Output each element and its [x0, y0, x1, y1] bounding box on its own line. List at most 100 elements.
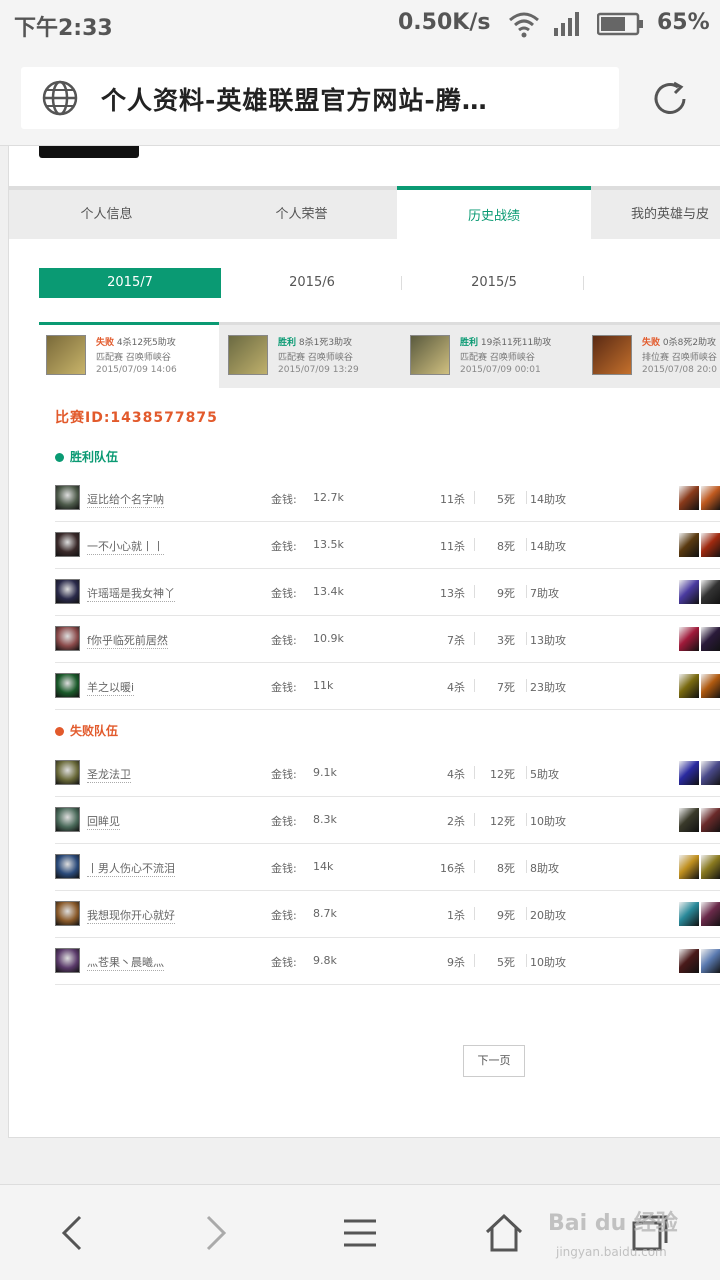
player-name[interactable]: 圣龙法卫: [87, 766, 131, 783]
item-icon: [701, 486, 720, 510]
item-icon: [701, 761, 720, 785]
status-time: 下午2:33: [14, 16, 113, 41]
battery-percent: 65%: [657, 10, 710, 35]
item-icon: [701, 627, 720, 651]
tab-personal-info[interactable]: 个人信息: [9, 190, 204, 239]
player-name[interactable]: 羊之以暖i: [87, 679, 135, 696]
tab-honors[interactable]: 个人荣誉: [204, 190, 399, 239]
gold-label: 金钱:: [271, 909, 297, 922]
kills: 11杀: [440, 540, 465, 553]
forward-icon[interactable]: [196, 1213, 236, 1253]
match-card[interactable]: 失败 0杀8死2助攻 排位赛 召唤师峡谷 2015/07/08 20:0: [585, 325, 720, 388]
player-name[interactable]: 回眸见: [87, 813, 120, 830]
win-team-title: 胜利队伍: [55, 448, 118, 465]
player-name[interactable]: f你乎临死前居然: [87, 632, 168, 649]
gold-value: 12.7k: [313, 491, 344, 504]
item-icon: [701, 808, 720, 832]
match-time: 2015/07/08 20:0: [642, 365, 717, 375]
player-name[interactable]: 丨男人伤心不流泪: [87, 860, 175, 877]
kills: 4杀: [447, 681, 465, 694]
back-icon[interactable]: [52, 1213, 92, 1253]
divider: [526, 538, 527, 551]
player-row: 一不小心就丨丨 金钱: 13.5k 11杀 8死 14助攻: [55, 522, 720, 569]
item-icon: [701, 533, 720, 557]
deaths: 5死: [497, 493, 515, 506]
divider: [526, 679, 527, 692]
deaths: 8死: [497, 862, 515, 875]
assists: 5助攻: [530, 768, 559, 781]
divider: [526, 907, 527, 920]
item-icons: [679, 761, 720, 785]
divider: [526, 766, 527, 779]
match-summary: 胜利 19杀11死11助攻: [460, 335, 551, 348]
deaths: 12死: [490, 815, 515, 828]
assists: 10助攻: [530, 956, 566, 969]
header-button[interactable]: [39, 146, 139, 158]
deaths: 12死: [490, 768, 515, 781]
match-card[interactable]: 胜利 8杀1死3助攻 匹配赛 召唤师峡谷 2015/07/09 13:29: [221, 325, 401, 388]
match-result: 胜利: [278, 338, 297, 348]
match-card[interactable]: 失败 4杀12死5助攻 匹配赛 召唤师峡谷 2015/07/09 14:06: [39, 322, 219, 388]
gold-value: 10.9k: [313, 632, 344, 645]
month-2015-7[interactable]: 2015/7: [39, 268, 221, 298]
match-type: 匹配赛: [460, 353, 488, 363]
divider: [526, 813, 527, 826]
home-icon[interactable]: [484, 1213, 524, 1253]
match-summary: 失败 4杀12死5助攻: [96, 335, 176, 348]
kills: 13杀: [440, 587, 465, 600]
gold-value: 9.8k: [313, 954, 337, 967]
divider: [583, 276, 584, 290]
lose-team-label: 失败队伍: [70, 724, 119, 738]
divider: [401, 276, 402, 290]
player-name[interactable]: 许瑶瑶是我女神丫: [87, 585, 175, 602]
item-icon: [679, 533, 699, 557]
deaths: 9死: [497, 909, 515, 922]
match-result: 失败: [96, 338, 115, 348]
item-icons: [679, 808, 720, 832]
next-page-button[interactable]: 下一页: [463, 1045, 525, 1077]
month-2015-5[interactable]: 2015/5: [403, 268, 585, 298]
gold-value: 14k: [313, 860, 334, 873]
month-selector: 2015/7 2015/6 2015/5: [39, 268, 720, 298]
gold-label: 金钱:: [271, 493, 297, 506]
player-name[interactable]: 逗比给个名字呐: [87, 491, 164, 508]
champion-avatar: [55, 579, 80, 604]
watermark-url: jingyan.baidu.com: [556, 1245, 667, 1259]
player-name[interactable]: 灬苍果丶晨曦灬: [87, 954, 164, 971]
assists: 8助攻: [530, 862, 559, 875]
champion-avatar: [55, 760, 80, 785]
assists: 7助攻: [530, 587, 559, 600]
url-bar[interactable]: 个人资料-英雄联盟官方网站-腾…: [21, 67, 619, 129]
battery-icon: [597, 12, 643, 36]
player-row: 羊之以暖i 金钱: 11k 4杀 7死 23助攻: [55, 663, 720, 710]
match-time: 2015/07/09 00:01: [460, 365, 541, 375]
reload-icon[interactable]: [648, 77, 692, 121]
match-kda: 0杀8死2助攻: [660, 338, 717, 348]
month-2015-6[interactable]: 2015/6: [221, 268, 403, 298]
browser-bottom-bar: Bai du 经验 jingyan.baidu.com: [0, 1184, 720, 1280]
champion-avatar: [55, 673, 80, 698]
tab-match-history[interactable]: 历史战绩: [397, 186, 591, 239]
champion-avatar: [55, 532, 80, 557]
match-result: 失败: [642, 338, 661, 348]
item-icon: [679, 627, 699, 651]
match-summary: 失败 0杀8死2助攻: [642, 335, 716, 348]
player-name[interactable]: 我想现你开心就好: [87, 907, 175, 924]
item-icons: [679, 627, 720, 651]
assists: 14助攻: [530, 493, 566, 506]
deaths: 8死: [497, 540, 515, 553]
player-row: 回眸见 金钱: 8.3k 2杀 12死 10助攻: [55, 797, 720, 844]
item-icon: [701, 902, 720, 926]
match-card[interactable]: 胜利 19杀11死11助攻 匹配赛 召唤师峡谷 2015/07/09 00:01: [403, 325, 583, 388]
item-icon: [679, 855, 699, 879]
match-map: 召唤师峡谷: [487, 353, 535, 363]
gold-value: 11k: [313, 679, 334, 692]
menu-icon[interactable]: [340, 1213, 380, 1253]
champion-icon: [228, 335, 268, 375]
item-icons: [679, 533, 720, 557]
player-row: 逗比给个名字呐 金钱: 12.7k 11杀 5死 14助攻: [55, 475, 720, 522]
item-icon: [679, 761, 699, 785]
player-name[interactable]: 一不小心就丨丨: [87, 538, 164, 555]
champion-avatar: [55, 626, 80, 651]
tab-my-heroes[interactable]: 我的英雄与皮: [591, 190, 720, 239]
